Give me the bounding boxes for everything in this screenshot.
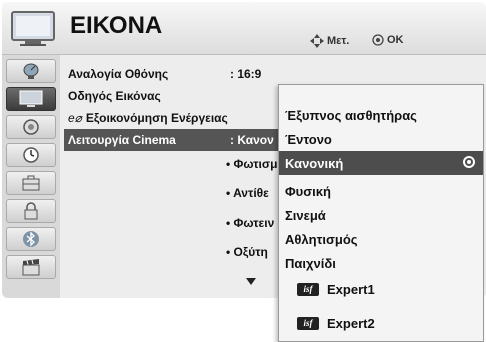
option-label: Κανονική (285, 155, 344, 171)
speaker-icon (23, 119, 39, 135)
option-label: Παιχνίδι (285, 255, 336, 271)
clock-icon (23, 147, 39, 163)
sidebar-item-media[interactable] (6, 255, 56, 279)
setting-row-aspect-ratio[interactable]: Αναλογία Οθόνης : 16:9 (64, 63, 364, 85)
satellite-dish-icon (23, 63, 39, 79)
option-label: Έντονο (285, 131, 332, 147)
option-expert2[interactable]: isf Expert2 (279, 311, 483, 335)
navigation-arrows-icon (310, 34, 324, 48)
option-label: Expert1 (327, 281, 375, 297)
option-label: Expert2 (327, 315, 375, 331)
radio-selected-icon (463, 156, 475, 168)
option-game[interactable]: Παιχνίδι (279, 251, 483, 275)
sidebar-item-options[interactable] (6, 171, 56, 195)
sub-item-sharpness: • Οξύτη (226, 245, 268, 259)
sidebar-item-bluetooth[interactable] (6, 227, 56, 251)
option-natural[interactable]: Φυσική (279, 179, 483, 203)
suitcase-icon (22, 175, 40, 191)
sidebar (2, 55, 60, 298)
sidebar-item-lock[interactable] (6, 199, 56, 223)
sub-item-brightness: • Φωτειν (226, 216, 275, 230)
move-hint: Μετ. (310, 34, 349, 48)
option-label: Σινεμά (285, 207, 326, 223)
sidebar-item-satellite[interactable] (6, 59, 56, 83)
move-hint-label: Μετ. (327, 35, 350, 47)
option-intelligent-sensor[interactable]: Έξυπνος αισθητήρας (279, 103, 483, 127)
setting-value: : 16:9 (230, 67, 262, 81)
lock-icon (24, 202, 38, 220)
option-cinema[interactable]: Σινεμά (279, 203, 483, 227)
tv-icon (11, 11, 55, 46)
sidebar-item-time[interactable] (6, 143, 56, 167)
setting-label-wrap: e⌀ Εξοικονόμηση Ενέργειας (68, 111, 228, 125)
scroll-down-arrow-icon[interactable] (246, 278, 256, 285)
setting-label: Αναλογία Οθόνης (68, 67, 169, 81)
bluetooth-icon (23, 231, 39, 247)
ok-hint: OK (372, 34, 404, 46)
setting-label: Εξοικονόμηση Ενέργειας (85, 111, 228, 125)
page-title: ΕΙΚΟΝΑ (70, 12, 163, 39)
option-label: Φυσική (285, 183, 331, 199)
option-vivid[interactable]: Έντονο (279, 127, 483, 151)
option-sports[interactable]: Αθλητισμός (279, 227, 483, 251)
setting-label: Οδηγός Εικόνας (68, 89, 161, 103)
option-label: Αθλητισμός (285, 231, 358, 247)
option-standard[interactable]: Κανονική (279, 151, 483, 175)
isf-badge-icon: isf (297, 282, 319, 296)
option-label: Έξυπνος αισθητήρας (285, 107, 417, 123)
setting-label: Λειτουργία Cinema (68, 133, 176, 147)
ok-button-icon (372, 34, 384, 46)
setting-row-cinema-mode[interactable]: Λειτουργία Cinema : Κανον (64, 129, 282, 151)
sub-item-backlight: • Φωτισμ (226, 157, 278, 171)
sub-item-contrast: • Αντίθε (226, 186, 269, 200)
sidebar-item-audio[interactable] (6, 115, 56, 139)
energy-saving-icon: e⌀ (68, 111, 82, 125)
sidebar-item-picture[interactable] (6, 87, 56, 111)
option-expert1[interactable]: isf Expert1 (279, 277, 483, 301)
isf-badge-icon: isf (297, 316, 319, 330)
setting-value: : Κανον (230, 133, 274, 147)
clapperboard-icon (22, 259, 40, 276)
ok-hint-label: OK (387, 34, 404, 46)
tv-screen-icon (19, 90, 43, 107)
picture-mode-dropdown: Έξυπνος αισθητήρας Έντονο Κανονική Φυσικ… (278, 84, 484, 342)
menu-header: ΕΙΚΟΝΑ Μετ. OK (2, 2, 486, 55)
